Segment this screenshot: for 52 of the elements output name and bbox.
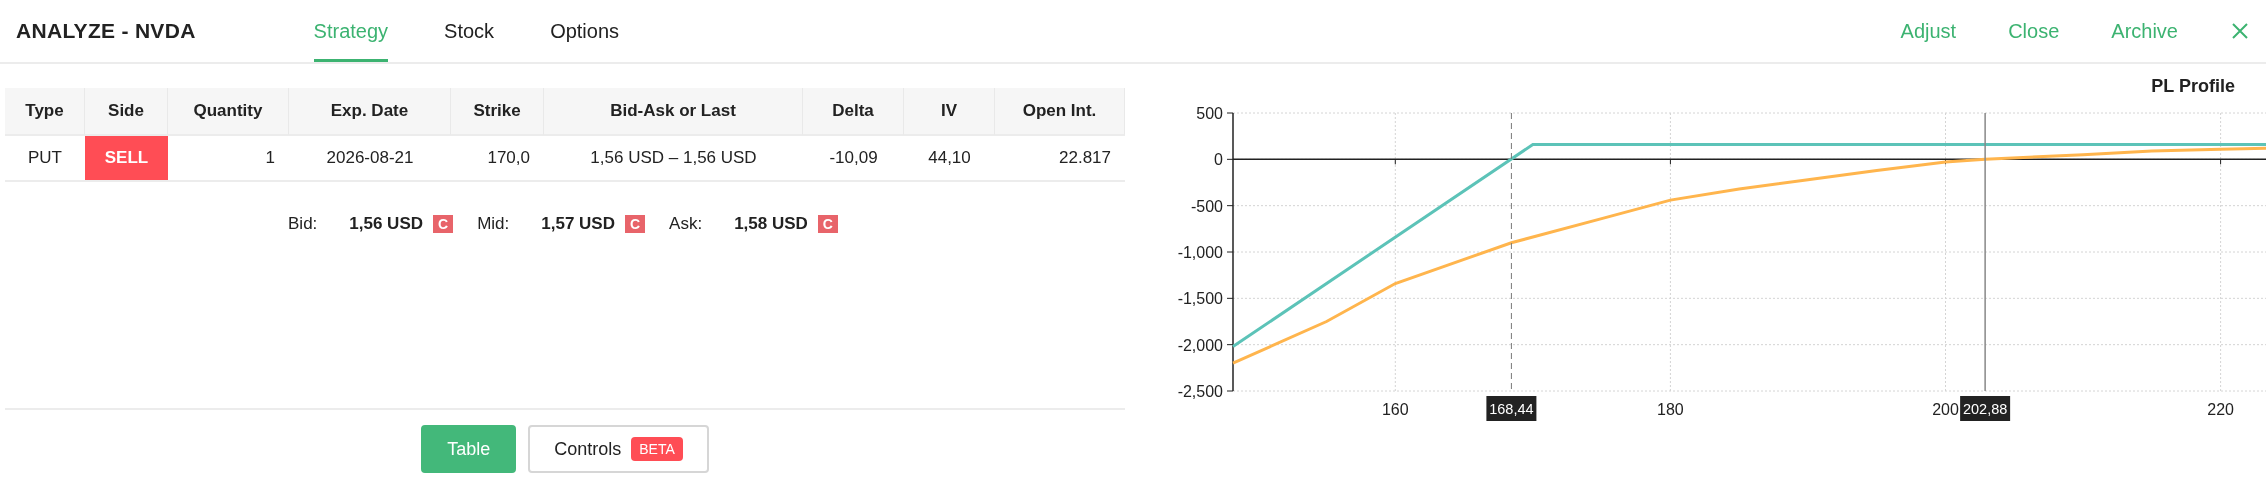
axis-label: 500 xyxy=(1196,105,1223,122)
axis-label: -1,000 xyxy=(1177,244,1223,261)
column-header: Side xyxy=(85,88,168,136)
view-button[interactable]: Controls BETA xyxy=(528,425,709,473)
axis-label: 180 xyxy=(1657,401,1684,418)
quote-badge: C xyxy=(624,215,646,233)
table-cell: 1 xyxy=(168,136,289,182)
column-header: Exp. Date xyxy=(289,88,451,136)
annotation: 168,44 xyxy=(1489,401,1534,417)
price-tag: 168,44 xyxy=(1486,396,1537,421)
view-button[interactable]: Table xyxy=(421,425,517,473)
table-cell: 22.817 xyxy=(995,136,1125,182)
window-title: ANALYZE - NVDA xyxy=(16,18,196,44)
quote-label: Ask: xyxy=(669,214,703,234)
column-header: Type xyxy=(5,88,85,136)
table-cell: 2026-08-21 xyxy=(289,136,451,182)
quote-label: Mid: xyxy=(477,214,510,234)
table-cell: -10,09 xyxy=(803,136,904,182)
tab[interactable]: Strategy xyxy=(313,0,389,62)
column-header: Bid-Ask or Last xyxy=(544,88,803,136)
column-header: Open Int. xyxy=(995,88,1125,136)
annotation: 202,88 xyxy=(1962,401,2008,417)
quote-value: 1,56 USD xyxy=(349,214,423,234)
column-header: IV xyxy=(904,88,995,136)
beta-badge: BETA xyxy=(631,437,683,461)
table-cell: 170,0 xyxy=(451,136,544,182)
axis-label: 0 xyxy=(1214,151,1223,169)
column-header: Strike xyxy=(451,88,544,136)
action-link[interactable]: Close xyxy=(2008,0,2060,62)
quote-badge: C xyxy=(433,215,454,233)
tab[interactable]: Options xyxy=(550,0,620,62)
axis-label: 220 xyxy=(2207,401,2234,418)
column-header: Quantity xyxy=(168,88,289,136)
action-link[interactable]: Archive xyxy=(2111,0,2178,62)
action-link[interactable]: Adjust xyxy=(1900,0,1957,62)
axis-label: -1,500 xyxy=(1177,290,1223,308)
table-cell: 44,10 xyxy=(904,136,995,182)
axis-label: -2,500 xyxy=(1177,383,1223,400)
table-cell: 1,56 USD – 1,56 USD xyxy=(544,136,803,182)
quote-value: 1,57 USD xyxy=(541,214,615,234)
chart-title: PL Profile xyxy=(2151,76,2235,96)
table-cell: SELL xyxy=(85,136,168,182)
quote-badge: C xyxy=(817,215,838,233)
price-tag: 202,88 xyxy=(1960,396,2011,421)
axis-label: 160 xyxy=(1381,401,1409,418)
axis-label: -500 xyxy=(1190,197,1223,215)
axis-label: 200 xyxy=(1932,401,1959,418)
axis-label: -2,000 xyxy=(1177,336,1223,354)
quote-label: Bid: xyxy=(288,214,318,234)
tab[interactable]: Stock xyxy=(444,0,495,62)
column-header: Delta xyxy=(803,88,904,136)
quote-value: 1,58 USD xyxy=(734,214,808,234)
